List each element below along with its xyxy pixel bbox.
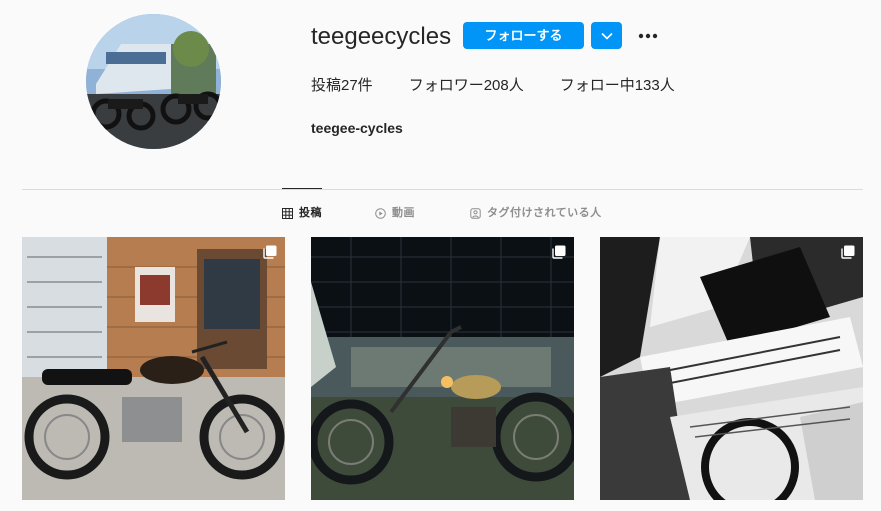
profile-avatar[interactable] (86, 14, 221, 149)
tab-tagged[interactable]: タグ付けされている人 (470, 206, 602, 220)
multi-image-icon (263, 245, 277, 259)
suggestions-dropdown-button[interactable] (591, 22, 622, 49)
posts-count: 投稿27件 (311, 77, 373, 94)
post-image (311, 237, 574, 500)
more-options-button[interactable] (632, 22, 664, 49)
tab-posts[interactable]: 投稿 (282, 206, 322, 220)
grid-icon (282, 207, 293, 219)
tag-icon (470, 207, 481, 219)
chevron-down-icon (600, 32, 613, 40)
profile-full-name: teegee-cycles (311, 120, 403, 136)
post-thumbnail-3[interactable] (600, 237, 863, 500)
profile-username: teegeecycles (311, 23, 452, 50)
followers-link[interactable]: フォロワー208人 (409, 77, 524, 95)
multi-image-icon (552, 245, 566, 259)
active-tab-indicator (282, 188, 322, 189)
tab-posts-label: 投稿 (299, 207, 322, 219)
tabs-divider (22, 189, 863, 190)
tab-videos-label: 動画 (392, 207, 415, 219)
post-image (600, 237, 863, 500)
post-thumbnail-2[interactable] (311, 237, 574, 500)
post-image (22, 237, 285, 500)
multi-image-icon (841, 245, 855, 259)
play-circle-icon (375, 207, 386, 219)
post-thumbnail-1[interactable] (22, 237, 285, 500)
avatar-image (86, 14, 221, 149)
more-dots-icon (638, 33, 658, 38)
following-link[interactable]: フォロー中133人 (560, 77, 675, 95)
follow-button[interactable]: フォローする (463, 22, 584, 49)
profile-stats: 投稿27件 フォロワー208人 フォロー中133人 (311, 77, 711, 95)
tab-tagged-label: タグ付けされている人 (487, 207, 602, 219)
tab-videos[interactable]: 動画 (375, 206, 415, 220)
